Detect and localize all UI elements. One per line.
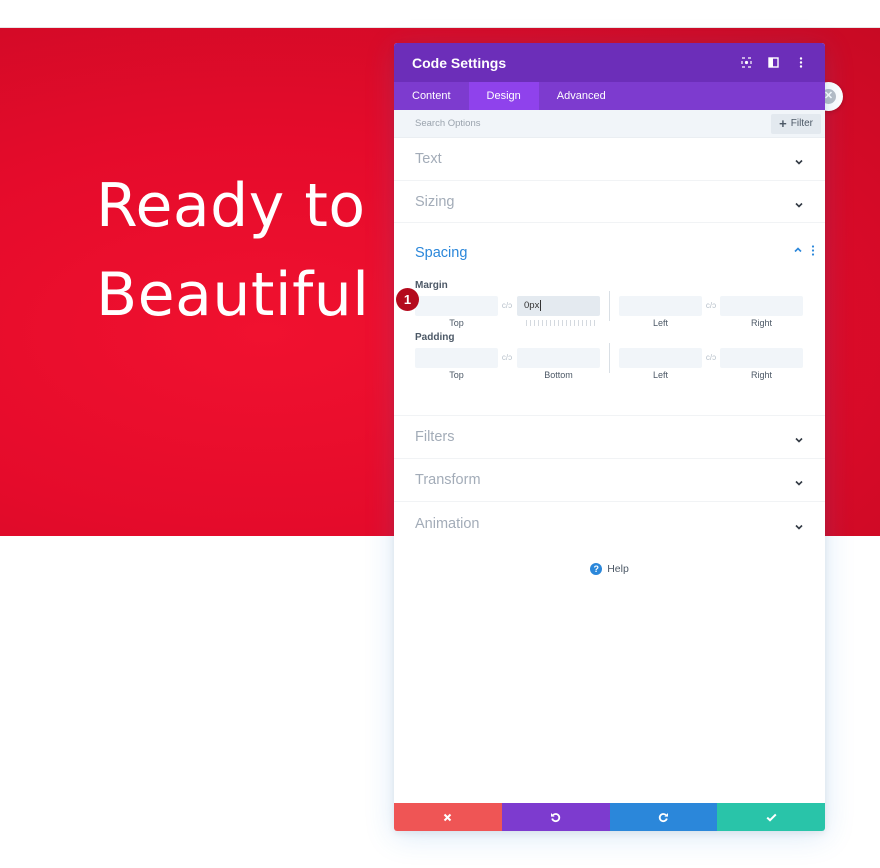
help-link[interactable]: ? Help [394, 563, 825, 575]
chevron-down-icon [794, 432, 804, 443]
section-sizing[interactable]: Sizing [394, 181, 825, 223]
margin-top-caption: Top [449, 318, 464, 328]
padding-right-input[interactable] [720, 348, 803, 368]
margin-left-input[interactable] [619, 296, 702, 316]
modal-footer [394, 803, 825, 831]
kebab-menu-icon[interactable] [811, 244, 815, 259]
check-icon [766, 813, 777, 822]
text-caret [540, 299, 542, 311]
padding-bottom-caption: Bottom [544, 370, 573, 380]
margin-bottom-value: 0px [524, 300, 540, 311]
step-badge: 1 [396, 288, 419, 311]
help-label: Help [607, 563, 629, 575]
filter-label: Filter [790, 118, 813, 129]
spacing-header[interactable]: Spacing [394, 223, 825, 280]
link-icon[interactable]: c/ɔ [704, 353, 718, 363]
filter-button[interactable]: + Filter [771, 113, 821, 134]
undo-icon [551, 812, 561, 822]
search-bar: + Filter [394, 110, 825, 138]
section-filters[interactable]: Filters [394, 416, 825, 459]
redo-button[interactable] [609, 803, 718, 831]
modal-title: Code Settings [412, 54, 507, 71]
field-separator [609, 343, 610, 373]
save-button[interactable] [717, 803, 825, 831]
section-title-sizing: Sizing [415, 193, 455, 210]
margin-right-input[interactable] [720, 296, 803, 316]
margin-right-caption: Right [750, 318, 772, 328]
hero-heading-line-1: Ready to [96, 171, 366, 241]
padding-top-input[interactable] [415, 348, 498, 368]
section-title-transform: Transform [415, 472, 481, 488]
slider-ticks[interactable] [526, 320, 596, 326]
padding-right-caption: Right [750, 370, 772, 380]
page: Ready to Beautiful ✕ 1 Code Settings Con… [0, 0, 880, 868]
chevron-up-icon [793, 245, 803, 258]
close-icon [444, 813, 452, 821]
section-title-spacing: Spacing [415, 245, 468, 261]
section-title-filters: Filters [415, 429, 455, 445]
section-title-text: Text [415, 151, 442, 167]
margin-left-caption: Left [652, 318, 668, 328]
modal-tabs: Content Design Advanced [394, 82, 825, 110]
tab-design[interactable]: Design [468, 82, 539, 110]
chevron-down-icon [794, 475, 804, 486]
section-spacing: Spacing Margin c/ɔ 0px c/ɔ Top Left Righ… [394, 223, 825, 416]
tab-content[interactable]: Content [394, 82, 469, 110]
search-input[interactable] [415, 118, 772, 129]
link-icon[interactable]: c/ɔ [704, 301, 718, 311]
cancel-button[interactable] [394, 803, 502, 831]
section-title-animation: Animation [415, 515, 480, 532]
undo-button[interactable] [501, 803, 610, 831]
padding-left-caption: Left [652, 370, 668, 380]
settings-modal: Code Settings Content Design Advanced Se… [394, 43, 825, 831]
margin-bottom-input[interactable]: 0px [517, 296, 600, 316]
link-icon[interactable]: c/ɔ [500, 353, 514, 363]
chevron-down-icon [794, 519, 804, 530]
plus-icon: + [779, 116, 787, 131]
help-icon: ? [590, 563, 603, 575]
field-separator [609, 291, 610, 321]
section-transform[interactable]: Transform [394, 459, 825, 502]
hero-heading-line-2: Beautiful [96, 260, 370, 330]
chevron-down-icon [794, 154, 804, 165]
section-animation[interactable]: Animation [394, 502, 825, 545]
padding-left-input[interactable] [619, 348, 702, 368]
link-icon[interactable]: c/ɔ [500, 301, 514, 311]
redo-icon [658, 812, 668, 822]
padding-top-caption: Top [449, 370, 464, 380]
margin-top-input[interactable] [415, 296, 498, 316]
kebab-menu-icon[interactable] [794, 56, 807, 69]
padding-bottom-input[interactable] [517, 348, 600, 368]
target-icon[interactable] [740, 56, 753, 69]
margin-row: c/ɔ 0px c/ɔ Top Left Right [394, 291, 825, 328]
columns-icon[interactable] [767, 56, 780, 69]
tab-advanced[interactable]: Advanced [539, 82, 624, 110]
section-text[interactable]: Text [394, 138, 825, 181]
chevron-down-icon [794, 197, 804, 208]
padding-row: c/ɔ c/ɔ Top Bottom Left Right [394, 343, 825, 380]
modal-header[interactable]: Code Settings [394, 43, 825, 82]
